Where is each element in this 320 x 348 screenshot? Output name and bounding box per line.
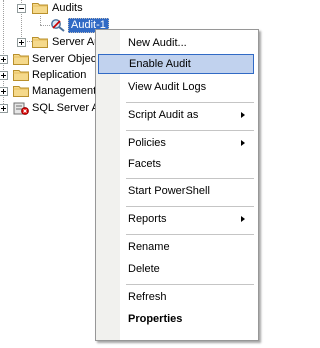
tree-label-sql-server-agent: SQL Server Agent xyxy=(32,102,96,114)
menu-item-script-audit-as[interactable]: Script Audit as xyxy=(98,105,254,125)
menu-item-rename[interactable]: Rename xyxy=(98,237,254,257)
collapse-toggle[interactable] xyxy=(17,4,26,13)
menu-item-enable-audit[interactable]: Enable Audit xyxy=(98,54,254,74)
expand-toggle[interactable] xyxy=(0,55,8,64)
folder-icon xyxy=(13,54,29,65)
tree-row-audits[interactable]: Audits xyxy=(0,0,267,16)
expand-toggle[interactable] xyxy=(0,71,8,80)
menu-separator xyxy=(126,102,254,103)
tree-label-management: Management xyxy=(32,85,96,97)
menu-item-new-audit[interactable]: New Audit... xyxy=(98,33,254,53)
menu-separator xyxy=(126,234,254,235)
expand-toggle[interactable] xyxy=(0,87,8,96)
tree-row-management[interactable]: Management xyxy=(0,83,96,99)
menu-separator xyxy=(126,130,254,131)
tree-label-server-audit-specifications: Server Audit Specifications xyxy=(52,36,96,48)
menu-item-label: Script Audit as xyxy=(128,109,199,121)
context-menu: New Audit... Enable Audit View Audit Log… xyxy=(95,29,259,341)
tree-row-server-audit-specifications[interactable]: Server Audit Specifications xyxy=(0,34,96,50)
tree-label-replication: Replication xyxy=(32,69,87,81)
menu-item-start-powershell[interactable]: Start PowerShell xyxy=(98,181,254,201)
menu-item-properties[interactable]: Properties xyxy=(98,309,254,329)
folder-icon xyxy=(13,70,29,81)
submenu-arrow-icon xyxy=(241,140,245,146)
expand-toggle[interactable] xyxy=(17,38,26,47)
tree-row-server-objects[interactable]: Server Objects xyxy=(0,51,96,67)
menu-item-label: Policies xyxy=(128,137,166,149)
audit-icon xyxy=(51,19,65,32)
menu-item-facets[interactable]: Facets xyxy=(98,154,254,174)
submenu-arrow-icon xyxy=(241,216,245,222)
menu-item-policies[interactable]: Policies xyxy=(98,133,254,153)
menu-separator xyxy=(126,284,254,285)
submenu-arrow-icon xyxy=(241,112,245,118)
sql-server-agent-icon xyxy=(13,102,29,115)
tree-label-server-objects: Server Objects xyxy=(32,53,96,65)
tree-label-audits: Audits xyxy=(52,2,83,14)
menu-item-label: Reports xyxy=(128,213,167,225)
menu-item-view-audit-logs[interactable]: View Audit Logs xyxy=(98,77,254,97)
tree-row-replication[interactable]: Replication xyxy=(0,67,96,83)
expand-toggle[interactable] xyxy=(0,104,8,113)
menu-separator xyxy=(126,206,254,207)
menu-item-reports[interactable]: Reports xyxy=(98,209,254,229)
tree-row-sql-server-agent[interactable]: SQL Server Agent xyxy=(0,100,96,116)
menu-item-delete[interactable]: Delete xyxy=(98,259,254,279)
folder-icon xyxy=(13,86,29,97)
folder-icon xyxy=(32,3,48,14)
menu-item-refresh[interactable]: Refresh xyxy=(98,287,254,307)
menu-separator xyxy=(126,178,254,179)
folder-icon xyxy=(32,37,48,48)
